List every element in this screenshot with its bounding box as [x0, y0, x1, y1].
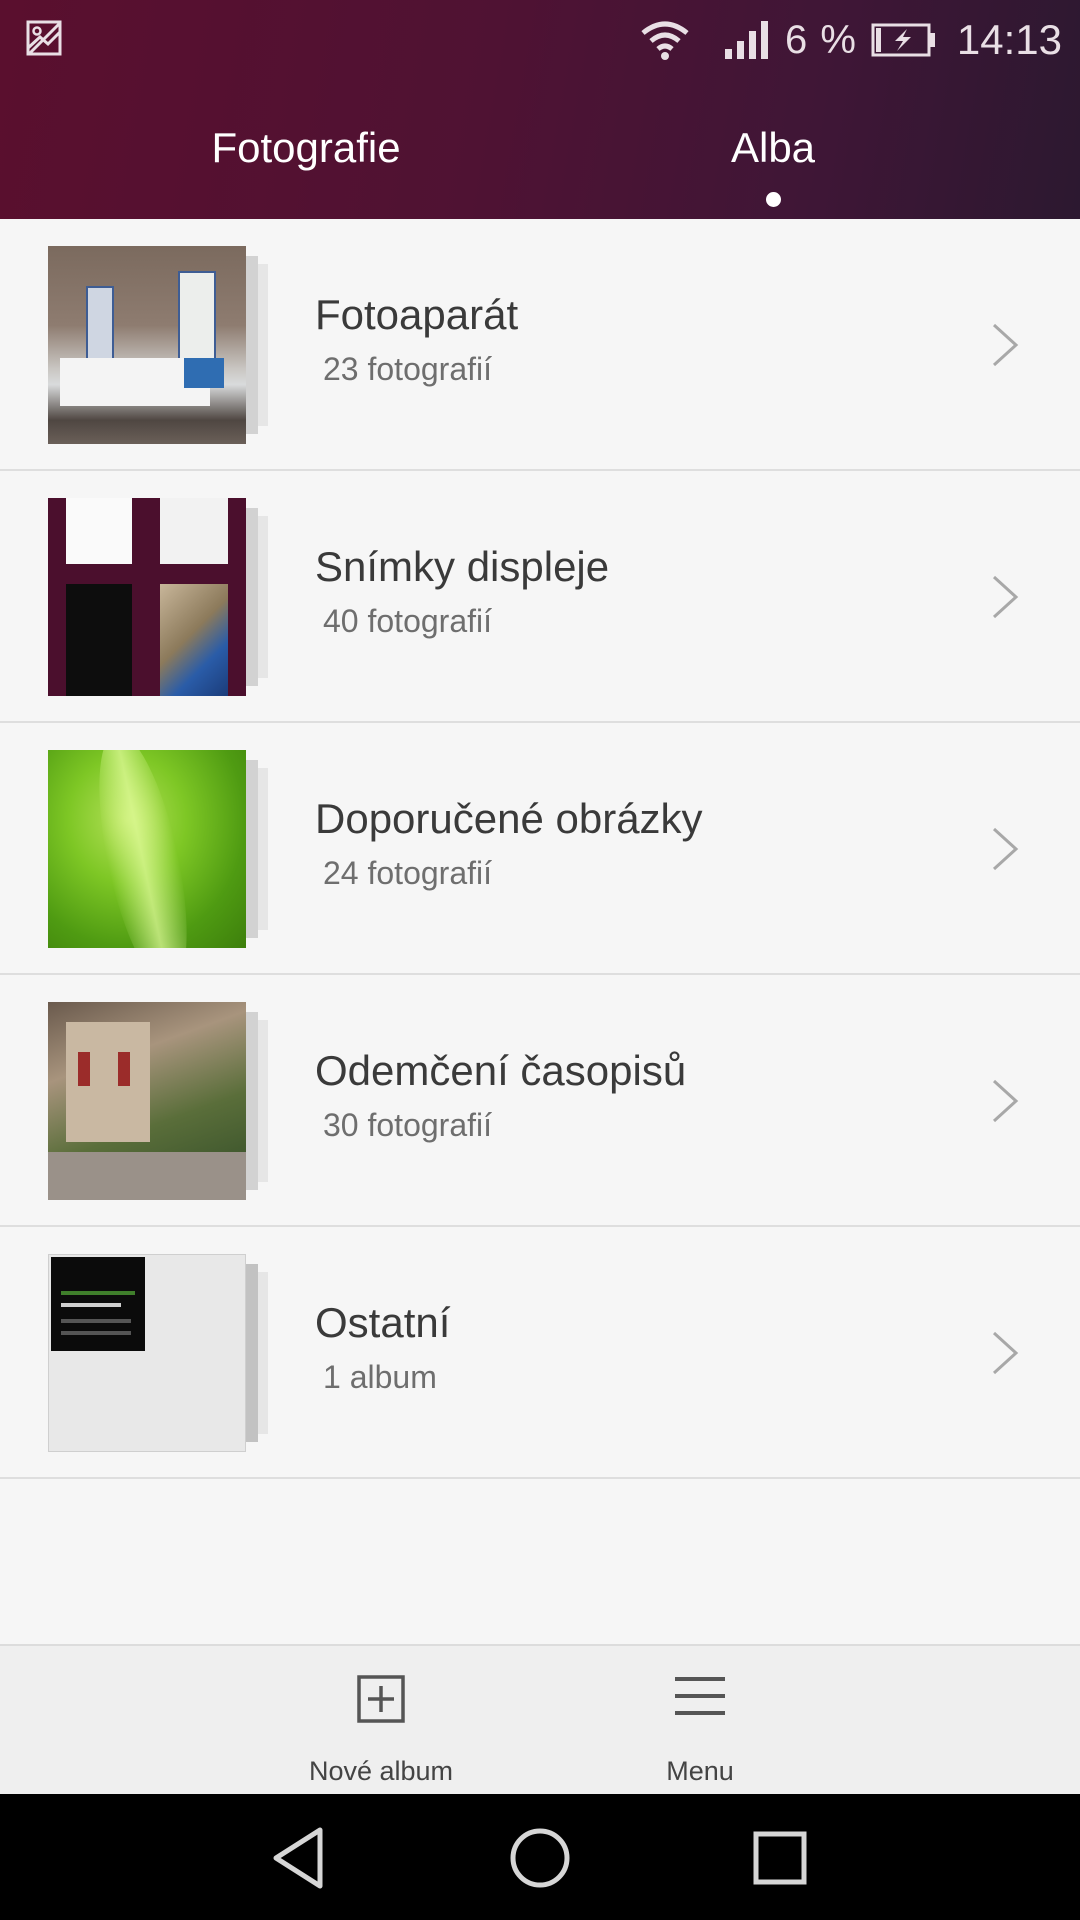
album-count: 23 fotografií [323, 351, 492, 387]
album-thumbnail [48, 498, 246, 696]
thumb-detail [118, 1052, 130, 1086]
album-list: Fotoaparát 23 fotografií Snímky displeje… [0, 219, 1080, 1479]
back-triangle-icon[interactable] [260, 1822, 340, 1894]
tab-bar: Fotografie Alba [0, 100, 1080, 219]
thumb-detail [66, 584, 132, 696]
album-thumbnail-stack [48, 246, 268, 444]
thumb-detail [48, 1152, 246, 1200]
wifi-icon [641, 21, 689, 60]
status-clock: 14:13 [956, 16, 1062, 63]
thumb-detail [61, 1319, 131, 1323]
album-thumbnail [48, 1254, 246, 1452]
album-row-snimky-displeje[interactable]: Snímky displeje 40 fotografií [0, 471, 1080, 723]
album-count: 30 fotografií [323, 1107, 492, 1143]
album-thumbnail [48, 750, 246, 948]
album-name: Ostatní [315, 1299, 451, 1346]
album-thumbnail-stack [48, 750, 268, 948]
thumb-detail [81, 750, 205, 948]
thumb-detail [184, 358, 224, 388]
thumb-detail [66, 498, 132, 564]
thumb-detail [61, 1331, 131, 1335]
chevron-right-icon [992, 827, 1019, 871]
chevron-right-icon [992, 575, 1019, 619]
album-name: Snímky displeje [315, 543, 610, 590]
album-row-doporucene-obrazky[interactable]: Doporučené obrázky 24 fotografií [0, 723, 1080, 975]
chevron-right-icon [992, 1079, 1019, 1123]
album-count: 1 album [323, 1359, 437, 1395]
album-row-ostatni[interactable]: Ostatní 1 album [0, 1227, 1080, 1479]
album-name: Fotoaparát [315, 291, 519, 338]
thumb-detail [86, 286, 114, 368]
album-name: Odemčení časopisů [315, 1047, 687, 1094]
bottom-toolbar: Nové album Menu [0, 1644, 1080, 1794]
tab-fotografie[interactable]: Fotografie [211, 124, 400, 172]
chevron-right-icon [992, 323, 1019, 367]
menu-icon [675, 1677, 725, 1715]
menu-label: Menu [666, 1756, 734, 1786]
album-count: 24 fotografií [323, 855, 492, 891]
active-tab-indicator [766, 192, 781, 207]
status-bar-right: 6 % 14:13 [639, 10, 1062, 70]
battery-charging-icon [871, 23, 935, 57]
chevron-right-icon [992, 1331, 1019, 1375]
album-thumbnail [48, 246, 246, 444]
system-nav-bar [0, 1794, 1080, 1920]
signal-icon [724, 21, 768, 59]
thumb-detail [61, 1303, 121, 1307]
album-count: 40 fotografií [323, 603, 492, 639]
album-thumbnail-stack [48, 498, 268, 696]
album-thumbnail-stack [48, 1002, 268, 1200]
thumb-detail [160, 498, 228, 564]
menu-button[interactable]: Menu [570, 1646, 830, 1796]
image-notification-icon [26, 20, 62, 56]
album-row-odemceni-casopisu[interactable]: Odemčení časopisů 30 fotografií [0, 975, 1080, 1227]
thumb-detail [160, 584, 228, 696]
album-row-fotoaparat[interactable]: Fotoaparát 23 fotografií [0, 219, 1080, 471]
thumb-detail [51, 1257, 145, 1351]
new-album-button[interactable]: Nové album [251, 1646, 511, 1796]
status-bar: 6 % 14:13 [0, 0, 1080, 78]
thumb-detail [61, 1291, 135, 1295]
app-header: 6 % 14:13 Fotografie Alba [0, 0, 1080, 219]
battery-percent: 6 % [784, 17, 857, 62]
new-album-label: Nové album [308, 1756, 454, 1786]
album-thumbnail-stack [48, 1254, 268, 1452]
home-circle-icon[interactable] [500, 1822, 580, 1894]
tab-alba[interactable]: Alba [731, 124, 815, 172]
thumb-detail [78, 1052, 90, 1086]
recent-apps-square-icon[interactable] [740, 1822, 820, 1894]
thumb-logo [59, 1261, 119, 1279]
album-name: Doporučené obrázky [315, 795, 703, 842]
album-thumbnail [48, 1002, 246, 1200]
add-box-icon [357, 1675, 405, 1723]
